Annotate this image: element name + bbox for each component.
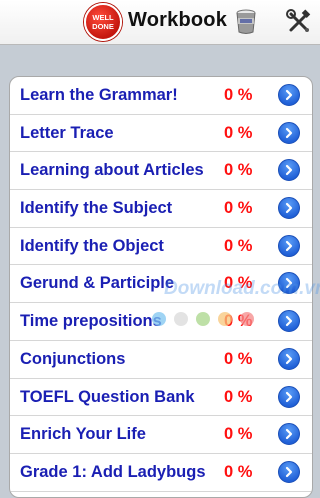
top-bar: WELL DONE Workbook: [0, 0, 320, 45]
list-item[interactable]: Gerund & Participle 0 %: [10, 265, 312, 304]
list-item-percent: 0 %: [224, 123, 253, 142]
list-item-label: Letter Trace: [20, 123, 114, 142]
list-item[interactable]: Enrich Your Life 0 %: [10, 416, 312, 454]
chevron-right-icon[interactable]: [278, 84, 300, 106]
list-item-label: Gerund & Participle: [20, 274, 175, 293]
cup-icon[interactable]: [234, 9, 258, 35]
list-item[interactable]: Learning about Articles 0 %: [10, 152, 312, 191]
list-item-percent: 0 %: [224, 86, 253, 104]
list-item-percent: 0 %: [224, 161, 253, 180]
chevron-right-icon[interactable]: [278, 310, 300, 333]
list-item[interactable]: TOEFL Question Bank 0 %: [10, 379, 312, 417]
chevron-right-icon[interactable]: [278, 272, 300, 295]
list-item-percent: 0 %: [224, 425, 253, 444]
svg-text:WELL: WELL: [92, 13, 114, 22]
chevron-right-icon[interactable]: [278, 121, 300, 144]
list-item-percent: 0 %: [224, 236, 253, 255]
svg-text:DONE: DONE: [92, 22, 114, 31]
list-item[interactable]: Letter Trace 0 %: [10, 115, 312, 153]
list-item[interactable]: Conjunctions 0 %: [10, 341, 312, 379]
list-item-percent: 0 %: [224, 462, 253, 481]
workbook-list: Learn the Grammar! 0 % Letter Trace 0 % Lear…: [9, 76, 313, 498]
page-title: Workbook: [128, 9, 228, 31]
list-item-label: Conjunctions: [20, 349, 126, 368]
chevron-right-icon[interactable]: [278, 159, 300, 182]
list-item[interactable]: Identify the Subject 0 %: [10, 190, 312, 228]
list-item[interactable]: Time prepositions 0 %: [10, 303, 312, 341]
list-item-label: Learn the Grammar!: [20, 86, 178, 104]
list-item-label: Time prepositions: [20, 312, 162, 331]
well-done-logo-icon[interactable]: WELL DONE: [84, 3, 122, 41]
list-item[interactable]: Identify the Object 0 %: [10, 228, 312, 266]
chevron-right-icon[interactable]: [278, 234, 300, 257]
list-item[interactable]: Grade 1: Add Ladybugs 0 %: [10, 454, 312, 492]
list-item-label: Identify the Subject: [20, 199, 173, 218]
list-item-percent: 0 %: [224, 387, 253, 406]
list-item-percent: 0 %: [224, 274, 253, 293]
list-item-percent: 0 %: [224, 199, 253, 218]
tools-icon[interactable]: [286, 9, 312, 35]
chevron-right-icon[interactable]: [278, 423, 300, 446]
chevron-right-icon[interactable]: [278, 385, 300, 408]
chevron-right-icon[interactable]: [278, 197, 300, 220]
list-item-percent: 0 %: [224, 312, 253, 331]
list-item-label: Learning about Articles: [20, 161, 204, 180]
list-item[interactable]: Learn the Grammar! 0 %: [10, 77, 312, 115]
chevron-right-icon[interactable]: [278, 347, 300, 370]
list-item-label: Grade 1: Add Ladybugs: [20, 462, 206, 481]
list-item-label: Identify the Object: [20, 236, 164, 255]
list-item-label: TOEFL Question Bank: [20, 387, 195, 406]
list-item-label: Enrich Your Life: [20, 425, 146, 444]
list-item-percent: 0 %: [224, 349, 253, 368]
